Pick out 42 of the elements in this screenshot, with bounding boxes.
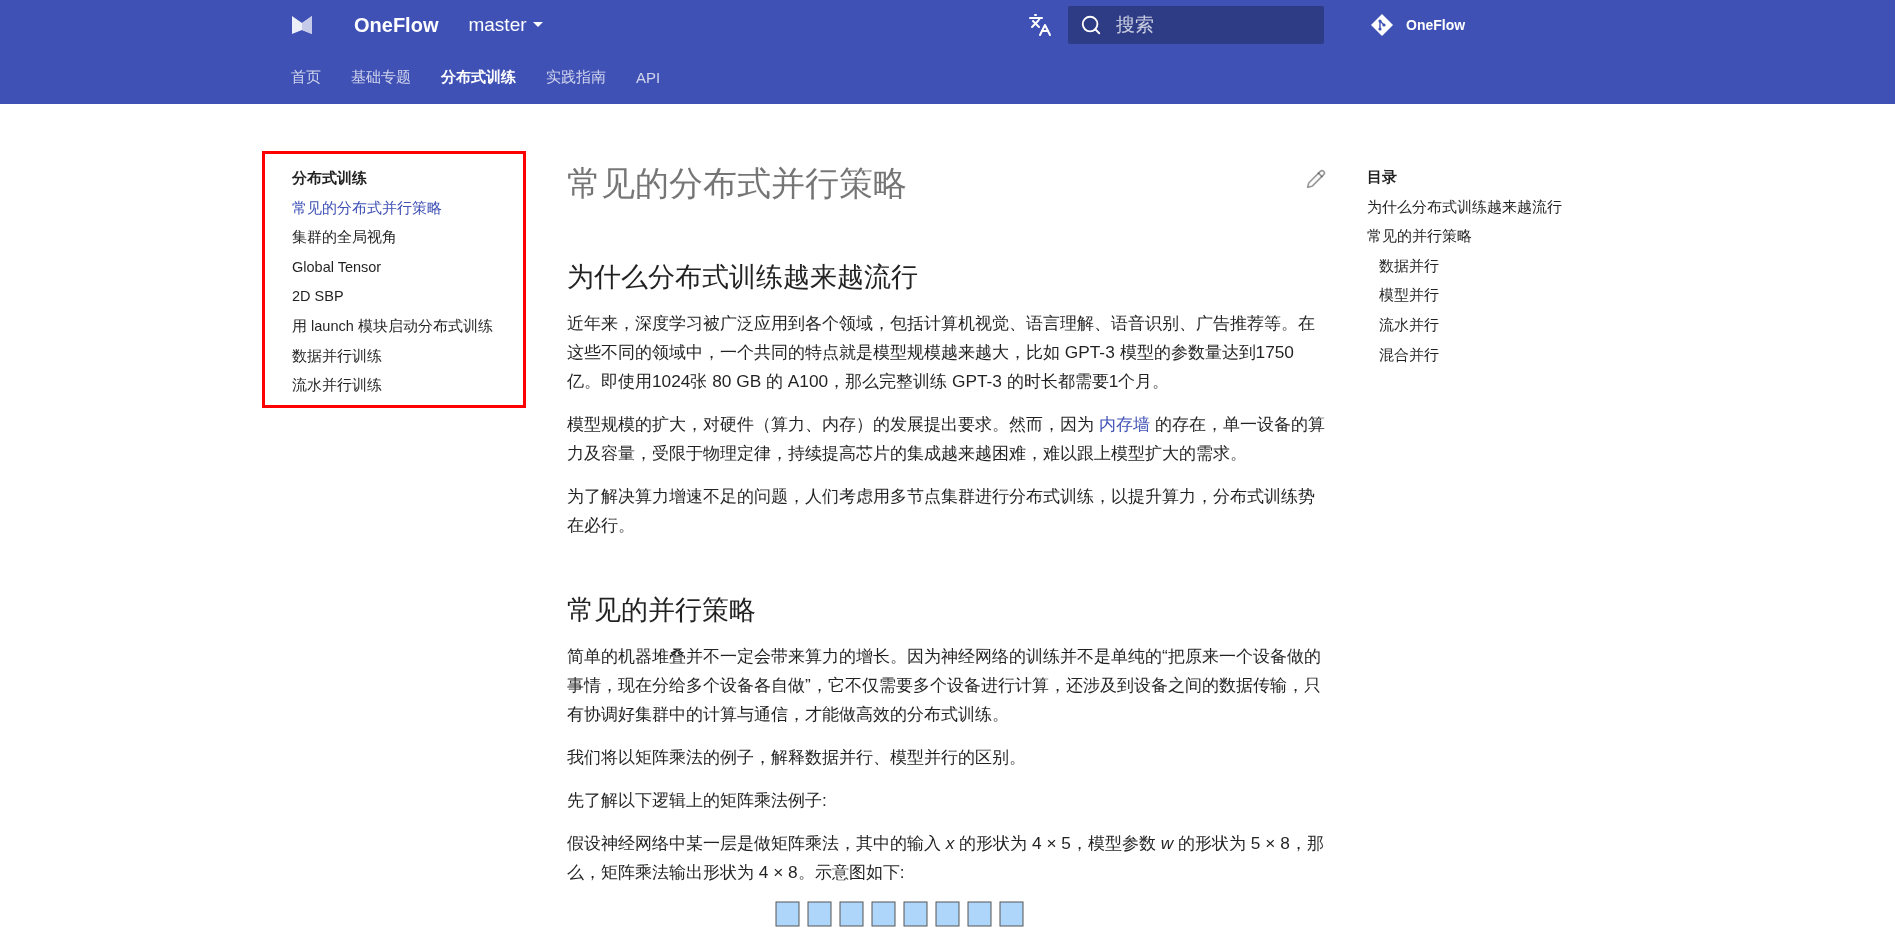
search-field[interactable]: 搜索 (1068, 6, 1324, 44)
paragraph: 简单的机器堆叠并不一定会带来算力的增长。因为神经网络的训练并不是单纯的“把原来一个设备做的事情，现在分给多个设备各自做”，它不仅需要多个设备进行计算，还涉及到设备之间的数据传输，只有协调好集群中的计算与通信，才能做高效的分布式训练。 (567, 645, 1322, 726)
section-heading: 为什么分布式训练越来越流行 (567, 261, 919, 294)
paragraph: 先了解以下逻辑上的矩阵乘法例子: (567, 789, 828, 812)
translate-icon[interactable] (1028, 13, 1052, 37)
sidebar-item[interactable]: 用 launch 模块启动分布式训练 (292, 311, 523, 342)
toc-link[interactable]: 混合并行 (1367, 340, 1631, 371)
toc-link[interactable]: 为什么分布式训练越来越流行 (1367, 192, 1631, 223)
nav-tab[interactable]: 首页 (291, 67, 321, 87)
toc-link[interactable]: 数据并行 (1367, 251, 1631, 282)
logo-icon[interactable] (291, 14, 313, 36)
nav-tab[interactable]: 分布式训练 (441, 67, 516, 87)
site-title: OneFlow (354, 13, 439, 37)
git-icon (1370, 13, 1394, 37)
nav-tab[interactable]: API (636, 68, 661, 86)
repository-link[interactable]: OneFlow (1370, 13, 1633, 37)
version-selector[interactable]: master (468, 14, 543, 36)
sidebar-item[interactable]: 集群的全局视角 (292, 223, 523, 253)
search-input[interactable]: 搜索 (1116, 14, 1296, 36)
sidebar-item[interactable]: 数据并行训练 (292, 341, 523, 372)
sidebar-item[interactable]: Global Tensor (292, 252, 523, 283)
sidebar-item[interactable]: 流水并行训练 (292, 371, 523, 401)
paragraph: 为了解决算力增速不足的问题，人们考虑用多节点集群进行分布式训练，以提升算力，分布式训练势在必行。 (567, 485, 1316, 537)
paragraph: 假设神经网络中某一层是做矩阵乘法，其中的输入 x 的形状为 4 × 5，模型参数 w 的形状为 5 × 8，那么，矩阵乘法输出形状为 4 × 8。示意图如下: (567, 832, 1325, 884)
inline-link[interactable]: 内存墙 (1098, 414, 1150, 434)
toc-link[interactable]: 常见的并行策略 (1367, 222, 1631, 252)
paragraph: 模型规模的扩大，对硬件（算力、内存）的发展提出要求。然而，因为 内存墙 的存在，单一设备的算力及容量，受限于物理定律，持续提高芯片的集成越来越困难，难以跟上模型扩大的需求。 (567, 413, 1326, 465)
paragraph: 近年来，深度学习被广泛应用到各个领域，包括计算机视觉、语言理解、语音识别、广告推荐等。在这些不同的领域中，一个共同的特点就是模型规模越来越大，比如 GPT-3 模型的参数量达到1750亿。即使用1024张 80 GB 的 A100，那么完整训练 GPT-3 的时长都需要1个月。 (567, 312, 1316, 393)
toc-link[interactable]: 流水并行 (1367, 310, 1631, 341)
nav-tab[interactable]: 实践指南 (546, 67, 606, 87)
sidebar-item[interactable]: 2D SBP (292, 282, 523, 312)
edit-icon[interactable] (1306, 169, 1326, 189)
search-icon (1080, 14, 1102, 36)
sidebar-title: 分布式训练 (292, 169, 368, 188)
paragraph: 我们将以矩阵乘法的例子，解释数据并行、模型并行的区别。 (567, 746, 1027, 769)
section-heading: 常见的并行策略 (567, 594, 757, 627)
page-title: 常见的分布式并行策略 (567, 163, 907, 204)
caret-icon (532, 22, 543, 28)
toc-link[interactable]: 模型并行 (1367, 281, 1631, 311)
sidebar-item[interactable]: 常见的分布式并行策略 (292, 193, 523, 224)
toc-title: 目录 (1367, 168, 1398, 187)
nav-tab[interactable]: 基础专题 (351, 67, 411, 87)
